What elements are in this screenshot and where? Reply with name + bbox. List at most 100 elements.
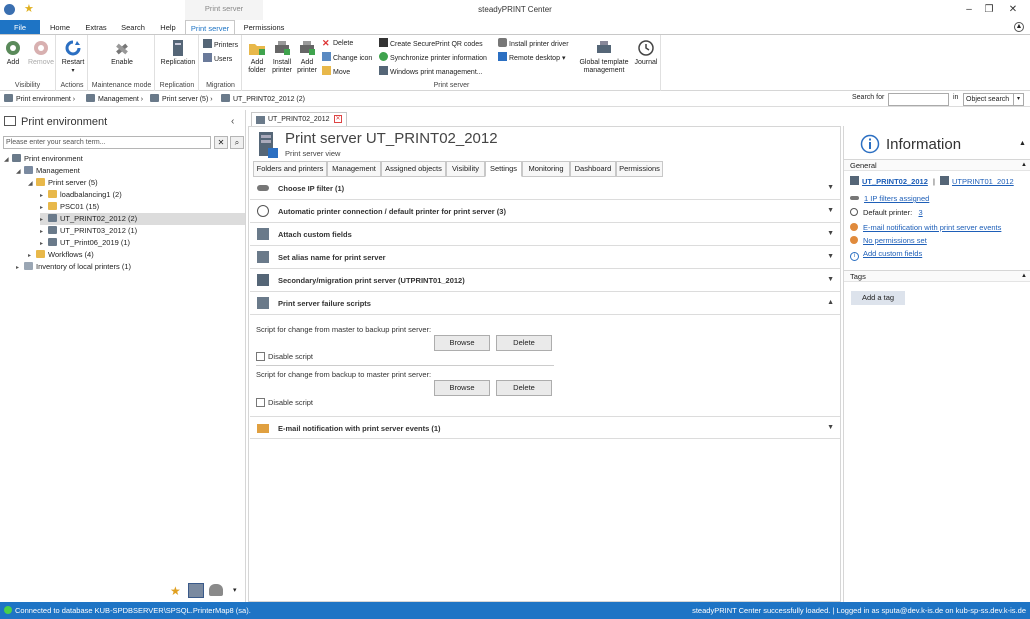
collapse-panel-icon[interactable]: ‹	[231, 116, 234, 127]
add-tag-button[interactable]: Add a tag	[851, 291, 905, 305]
tree-item-management[interactable]: ◢ Management	[16, 165, 80, 177]
ip-filters-link[interactable]: 1 IP filters assigned	[864, 194, 929, 203]
breadcrumb-item[interactable]: Management ›	[86, 94, 143, 103]
tab-file[interactable]: File	[0, 20, 40, 35]
tree-item-psc01[interactable]: ▸ PSC01 (15)	[40, 201, 99, 213]
tree-item-inventory[interactable]: ▸ Inventory of local printers (1)	[16, 261, 131, 273]
clear-search-icon[interactable]: ✕	[214, 136, 228, 149]
delete-button-2[interactable]: Delete	[496, 380, 552, 396]
favorites-star-icon[interactable]: ★	[170, 584, 181, 598]
breadcrumb-item[interactable]: Print environment ›	[4, 94, 75, 103]
tab-permissions[interactable]: Permissions	[239, 20, 289, 35]
install-printer-label: Install printer	[272, 59, 292, 74]
tab-extras[interactable]: Extras	[80, 20, 112, 35]
no-permissions-link[interactable]: No permissions set	[863, 236, 927, 245]
migration-printers-button[interactable]: Printers	[203, 39, 238, 50]
tab-search[interactable]: Search	[116, 20, 150, 35]
section-auto-connection[interactable]: Automatic printer connection / default p…	[250, 200, 840, 223]
tree-item-ut-print03[interactable]: ▸ UT_PRINT03_2012 (1)	[40, 225, 137, 237]
document-tab[interactable]: UT_PRINT02_2012 ✕	[251, 112, 347, 126]
title-bar: ★ Print server steadyPRINT Center – ❐ ✕	[0, 0, 1030, 20]
tree-item-ut-print06[interactable]: ▸ UT_Print06_2019 (1)	[40, 237, 130, 249]
tab-monitoring[interactable]: Monitoring	[522, 161, 570, 177]
breadcrumb-item[interactable]: Print server (5) ›	[150, 94, 213, 103]
add-printer-button[interactable]: Add printer	[295, 39, 319, 75]
delete-button-1[interactable]: Delete	[496, 335, 552, 351]
more-dropdown-icon[interactable]: ▾	[233, 586, 237, 594]
create-qr-button[interactable]: Create SecurePrint QR codes	[379, 38, 483, 49]
restart-button[interactable]: Restart ▾	[59, 39, 87, 75]
disable-script-checkbox-2[interactable]	[256, 398, 265, 407]
folder-icon	[36, 250, 45, 258]
left-panel-footer: ★ ▾	[0, 580, 246, 602]
create-qr-label: Create SecurePrint QR codes	[390, 41, 483, 48]
breadcrumb-item[interactable]: UT_PRINT02_2012 (2)	[221, 94, 305, 103]
users-view-icon[interactable]	[209, 584, 223, 596]
remove-visibility-button[interactable]: Remove	[27, 39, 55, 67]
print-environment-view-icon[interactable]	[188, 583, 204, 598]
global-template-button[interactable]: Global template management	[575, 39, 633, 75]
tree-search-input[interactable]: Please enter your search term...	[3, 136, 211, 149]
delete-button[interactable]: ✕ Delete	[322, 38, 353, 49]
section-alias-name[interactable]: Set alias name for print server ▼	[250, 246, 840, 269]
secondary-server-link[interactable]: UTPRINT01_2012	[952, 177, 1014, 186]
section-title: Attach custom fields	[278, 230, 352, 239]
primary-server-link[interactable]: UT_PRINT02_2012	[862, 177, 928, 186]
section-secondary-server[interactable]: Secondary/migration print server (UTPRIN…	[250, 269, 840, 292]
minimize-icon[interactable]: –	[962, 3, 976, 17]
status-bar: Connected to database KUB-SPDBSERVER\SPS…	[0, 602, 1030, 619]
search-scope-select[interactable]: Object search ▾	[963, 93, 1024, 106]
section-email-notification[interactable]: E-mail notification with print server ev…	[250, 416, 840, 439]
close-tab-icon[interactable]: ✕	[334, 115, 342, 123]
section-ip-filter[interactable]: Choose IP filter (1) ▼	[250, 177, 840, 200]
tab-dashboard[interactable]: Dashboard	[570, 161, 616, 177]
migration-users-button[interactable]: Users	[203, 53, 232, 64]
section-failure-scripts[interactable]: Print server failure scripts ▲	[250, 292, 840, 315]
browse-button-2[interactable]: Browse	[434, 380, 490, 396]
general-section-header[interactable]: General ▲	[844, 159, 1030, 171]
tab-settings[interactable]: Settings	[485, 161, 522, 177]
replication-button[interactable]: Replication	[158, 39, 198, 67]
install-printer-button[interactable]: Install printer	[269, 39, 295, 75]
enable-maintenance-button[interactable]: Enable	[107, 39, 137, 67]
default-printer-value[interactable]: 3	[918, 208, 922, 217]
close-icon[interactable]: ✕	[1006, 3, 1020, 17]
search-input[interactable]	[888, 93, 949, 106]
collapse-ribbon-icon[interactable]: ▲	[1014, 22, 1024, 32]
section-custom-fields[interactable]: Attach custom fields ▼	[250, 223, 840, 246]
add-folder-button[interactable]: Add folder	[245, 39, 269, 75]
move-button[interactable]: Move	[322, 66, 350, 77]
tab-home[interactable]: Home	[44, 20, 76, 35]
environment-icon	[4, 94, 13, 102]
restore-icon[interactable]: ❐	[982, 3, 996, 17]
expander-icon: ◢	[4, 157, 9, 163]
sync-info-button[interactable]: Synchronize printer information	[379, 52, 487, 63]
tab-management[interactable]: Management	[327, 161, 381, 177]
tab-permissions[interactable]: Permissions	[616, 161, 663, 177]
journal-button[interactable]: Journal	[633, 39, 659, 67]
tree-item-loadbalancing1[interactable]: ▸ loadbalancing1 (2)	[40, 189, 122, 201]
tab-visibility[interactable]: Visibility	[446, 161, 485, 177]
tree-item-print-environment[interactable]: ◢ Print environment	[4, 153, 83, 165]
tree-item-print-server[interactable]: ◢ Print server (5)	[28, 177, 98, 189]
email-status-icon	[850, 223, 858, 231]
browse-button-1[interactable]: Browse	[434, 335, 490, 351]
add-visibility-button[interactable]: Add	[2, 39, 24, 67]
tab-help[interactable]: Help	[154, 20, 182, 35]
remote-desktop-button[interactable]: Remote desktop ▾	[498, 52, 565, 63]
disable-script-checkbox-1[interactable]	[256, 352, 265, 361]
tab-print-server[interactable]: Print server	[185, 20, 235, 35]
tree-item-ut-print02[interactable]: ▸ UT_PRINT02_2012 (2)	[40, 213, 245, 225]
win-print-mgmt-button[interactable]: Windows print management...	[379, 66, 483, 77]
tab-folders-and-printers[interactable]: Folders and printers	[253, 161, 327, 177]
change-icon-button[interactable]: Change icon	[322, 52, 372, 63]
tags-section-header[interactable]: Tags ▲	[844, 270, 1030, 282]
chevron-down-icon: ▼	[827, 253, 834, 260]
email-notification-link[interactable]: E-mail notification with print server ev…	[863, 223, 1001, 232]
tab-assigned-objects[interactable]: Assigned objects	[381, 161, 446, 177]
add-custom-fields-link[interactable]: Add custom fields	[863, 249, 922, 258]
install-driver-button[interactable]: Install printer driver	[498, 38, 569, 49]
collapse-info-icon[interactable]: ▲	[1019, 140, 1026, 147]
search-icon[interactable]: ⌕	[230, 136, 244, 149]
tree-item-workflows[interactable]: ▸ Workflows (4)	[28, 249, 94, 261]
